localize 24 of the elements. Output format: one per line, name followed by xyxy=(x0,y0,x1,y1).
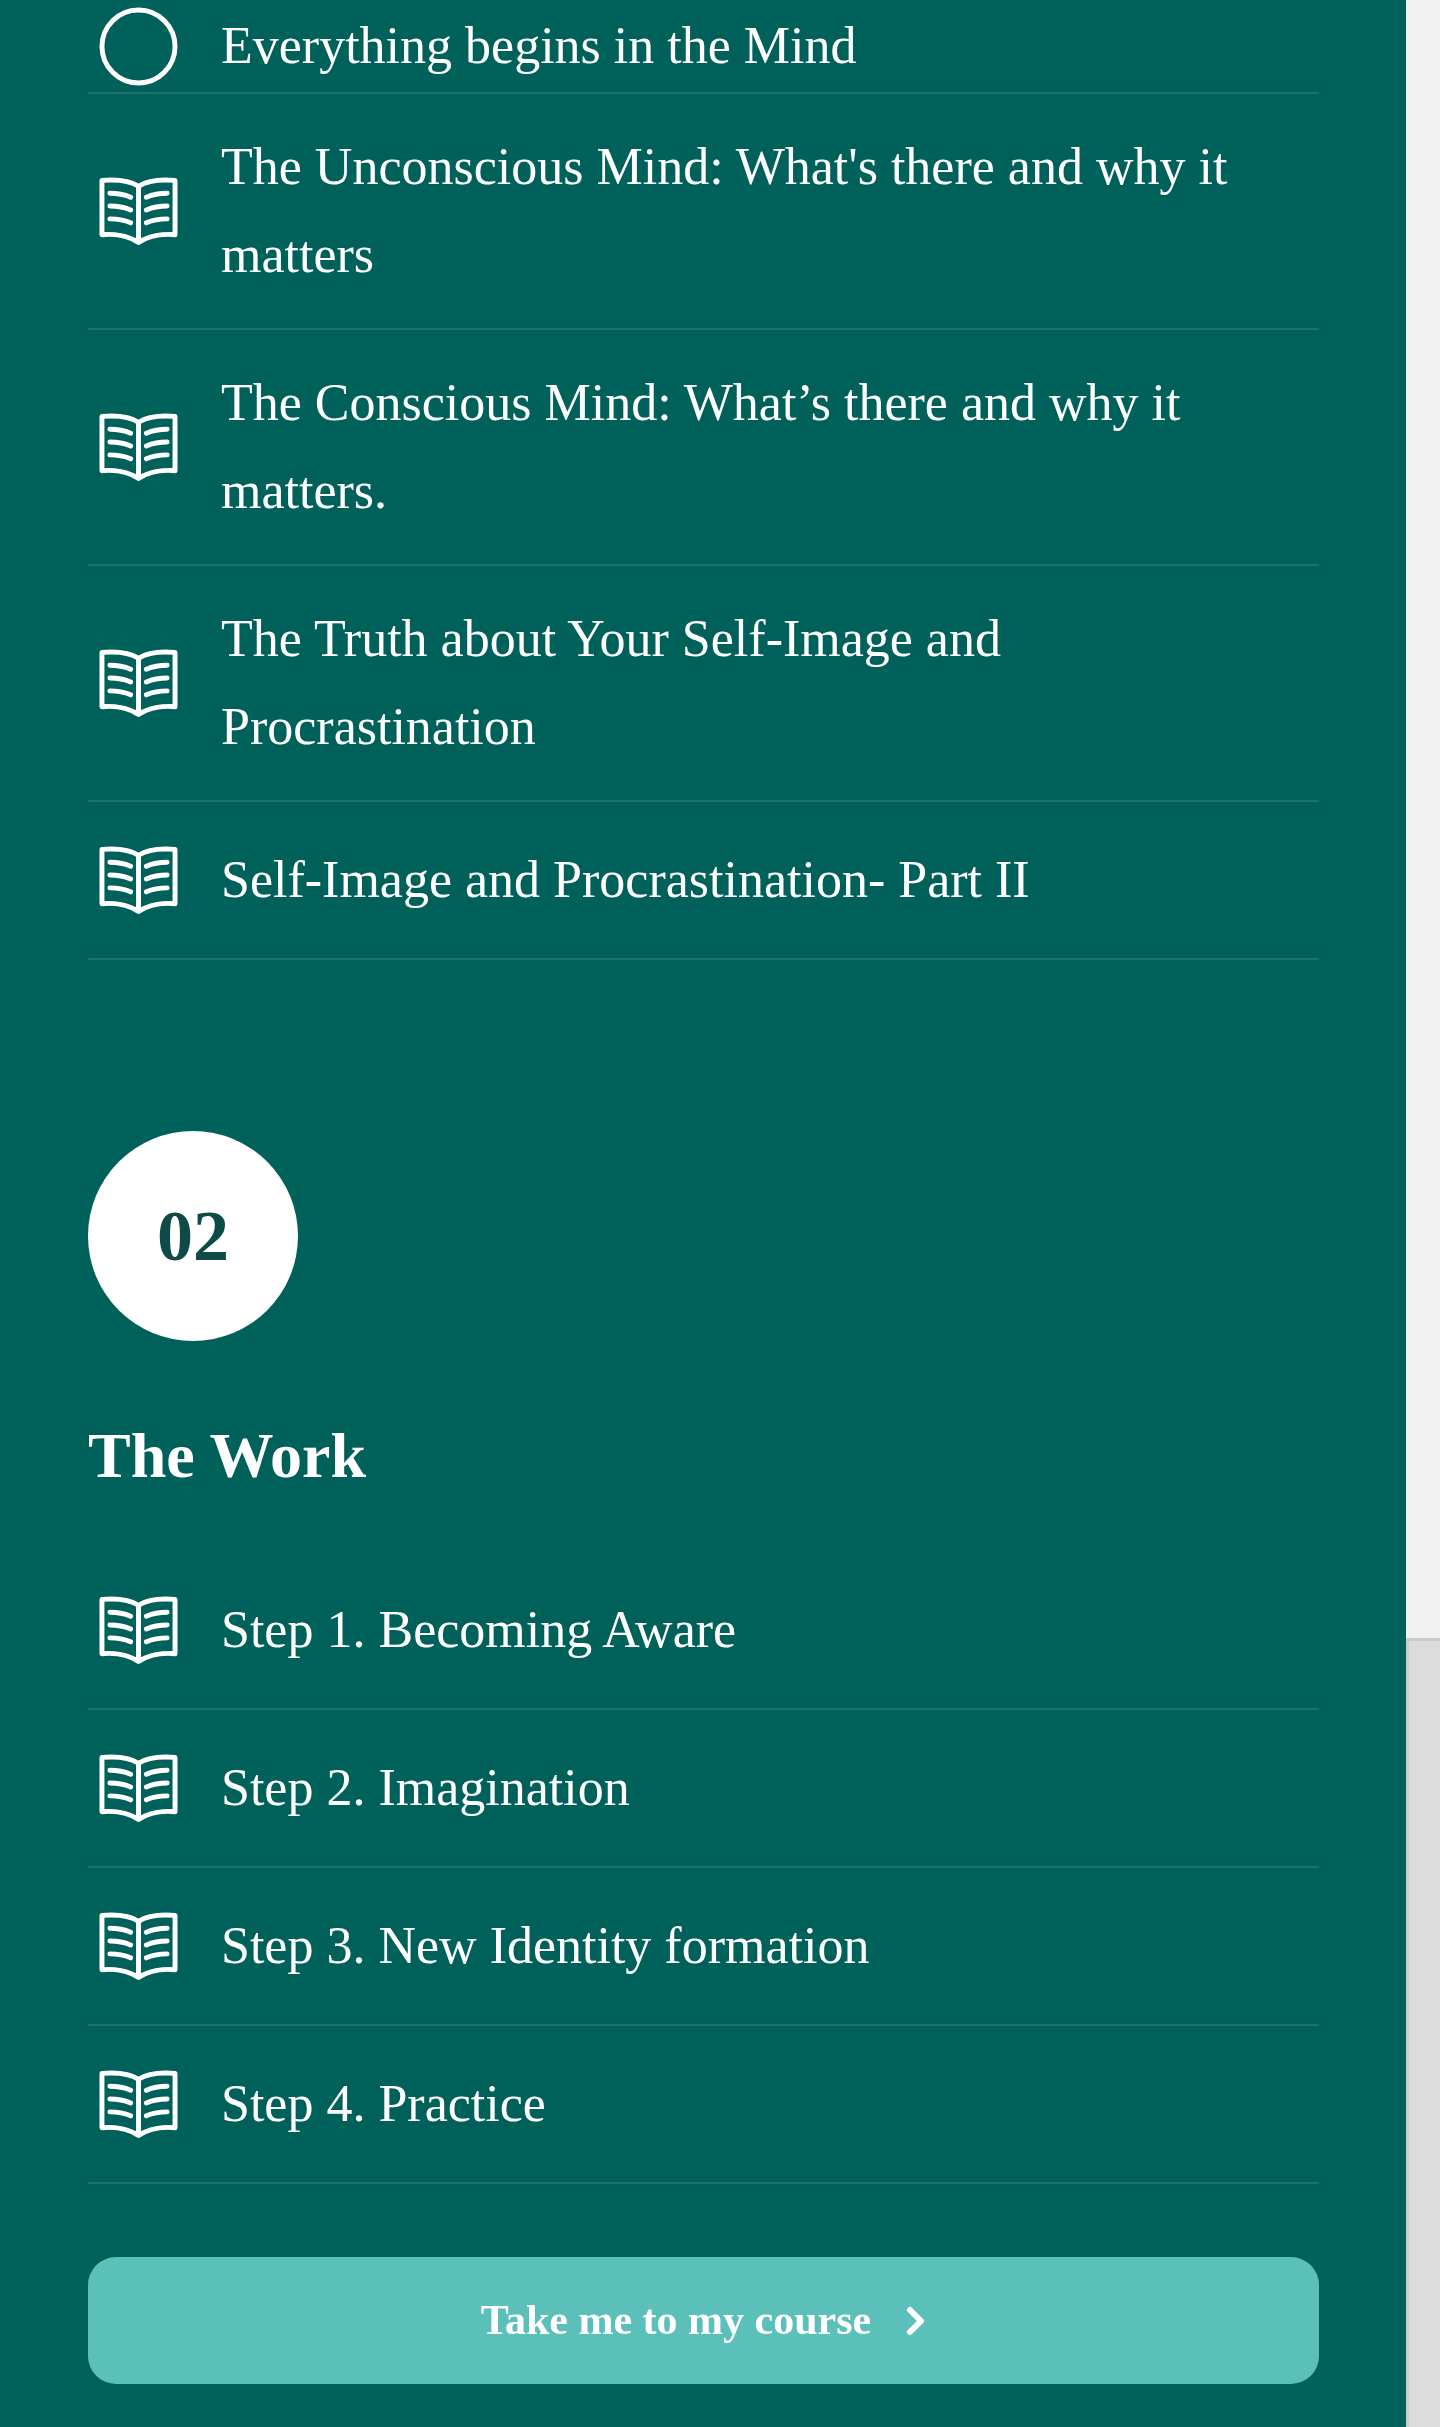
lesson-title: Step 3. New Identity formation xyxy=(221,1916,870,1976)
course-button[interactable]: Take me to my course xyxy=(88,2257,1319,2384)
scrollbar[interactable] xyxy=(1406,0,1440,2427)
book-icon xyxy=(99,1594,178,1666)
lesson-title: Self-Image and Procrastination- Part II xyxy=(221,850,1030,910)
lesson-title: The Conscious Mind: What’s there and why it matters. xyxy=(221,373,1182,521)
lesson-title: Everything begins in the Mind xyxy=(221,16,857,76)
module-number: 02 xyxy=(88,1131,298,1341)
module-title: The Work xyxy=(88,1419,366,1493)
lesson-title: Step 4. Practice xyxy=(221,2074,546,2134)
circle-icon xyxy=(99,6,178,86)
book-icon xyxy=(99,175,178,247)
lesson-title: Step 2. Imagination xyxy=(221,1758,630,1818)
book-icon xyxy=(99,1910,178,1982)
book-icon xyxy=(99,647,178,719)
scrollbar-thumb[interactable] xyxy=(1406,1638,1440,2427)
chevron-right-icon xyxy=(906,2305,927,2336)
book-icon xyxy=(99,1752,178,1824)
book-icon xyxy=(99,844,178,916)
lesson-title: Step 1. Becoming Aware xyxy=(221,1600,737,1660)
book-icon xyxy=(99,2068,178,2140)
lesson-title: The Unconscious Mind: What's there and why it matters xyxy=(221,137,1229,285)
lesson-title: The Truth about Your Self-Image and Procrastination xyxy=(221,609,1002,757)
book-icon xyxy=(99,411,178,483)
